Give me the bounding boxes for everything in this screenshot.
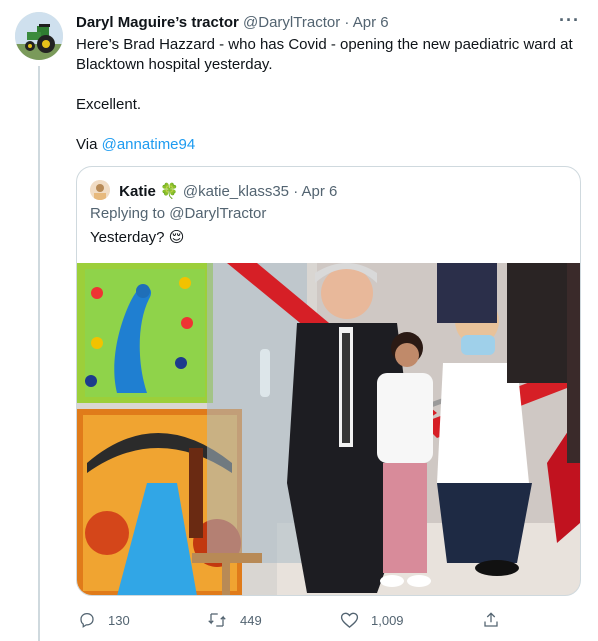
retweet-icon xyxy=(208,613,226,627)
like-count: 1,009 xyxy=(371,612,404,628)
reply-count: 130 xyxy=(108,612,130,628)
tweet-actions: 130 449 1,009 xyxy=(76,608,506,632)
quote-author-name[interactable]: Katie xyxy=(119,183,156,200)
share-icon xyxy=(484,612,498,627)
thread-line xyxy=(38,66,40,641)
quoted-tweet[interactable]: Katie 🍀 @katie_klass35 · Apr 6 Replying … xyxy=(76,166,581,596)
quote-text-body: Yesterday? xyxy=(90,229,165,246)
via-label: Via xyxy=(76,136,98,153)
author-avatar[interactable] xyxy=(15,12,63,60)
replying-label: Replying to xyxy=(90,205,166,222)
more-icon[interactable]: ··· xyxy=(559,10,580,31)
like-icon xyxy=(340,612,359,629)
tweet-text-line: Here’s Brad Hazzard - who has Covid - op… xyxy=(76,36,573,73)
replying-handle[interactable]: @DarylTractor xyxy=(169,205,266,222)
quote-author-handle[interactable]: @katie_klass35 xyxy=(183,183,289,200)
via-mention-link[interactable]: @annatime94 xyxy=(102,136,196,153)
tweet-header: Daryl Maguire’s tractor @DarylTractor · … xyxy=(76,13,584,33)
replying-to: Replying to @DarylTractor xyxy=(90,204,266,224)
like-button[interactable]: 1,009 xyxy=(340,608,404,632)
via-line: Via @annatime94 xyxy=(76,135,586,155)
tweet-text-line: Excellent. xyxy=(76,96,142,113)
tweet-text: Here’s Brad Hazzard - who has Covid - op… xyxy=(76,35,586,155)
tweet-date[interactable]: Apr 6 xyxy=(353,14,389,31)
quote-header: Katie 🍀 @katie_klass35 · Apr 6 xyxy=(90,180,337,202)
share-button[interactable] xyxy=(482,608,512,632)
reply-icon xyxy=(80,612,94,628)
quote-photo[interactable] xyxy=(77,263,580,596)
tractor-image xyxy=(15,12,63,60)
reply-button[interactable]: 130 xyxy=(78,608,130,632)
author-name[interactable]: Daryl Maguire’s tractor xyxy=(76,14,239,31)
clover-emoji: 🍀 xyxy=(160,183,179,200)
avatar-image xyxy=(90,180,110,200)
author-handle[interactable]: @DarylTractor xyxy=(243,14,340,31)
retweet-count: 449 xyxy=(240,612,262,628)
quote-date[interactable]: Apr 6 xyxy=(302,183,338,200)
quote-author-avatar[interactable] xyxy=(90,180,110,200)
relieved-emoji: 😌 xyxy=(168,229,185,246)
separator: · xyxy=(344,14,350,31)
separator: · xyxy=(293,183,299,200)
quote-text: Yesterday? 😌 xyxy=(90,228,184,248)
retweet-button[interactable]: 449 xyxy=(206,608,262,632)
